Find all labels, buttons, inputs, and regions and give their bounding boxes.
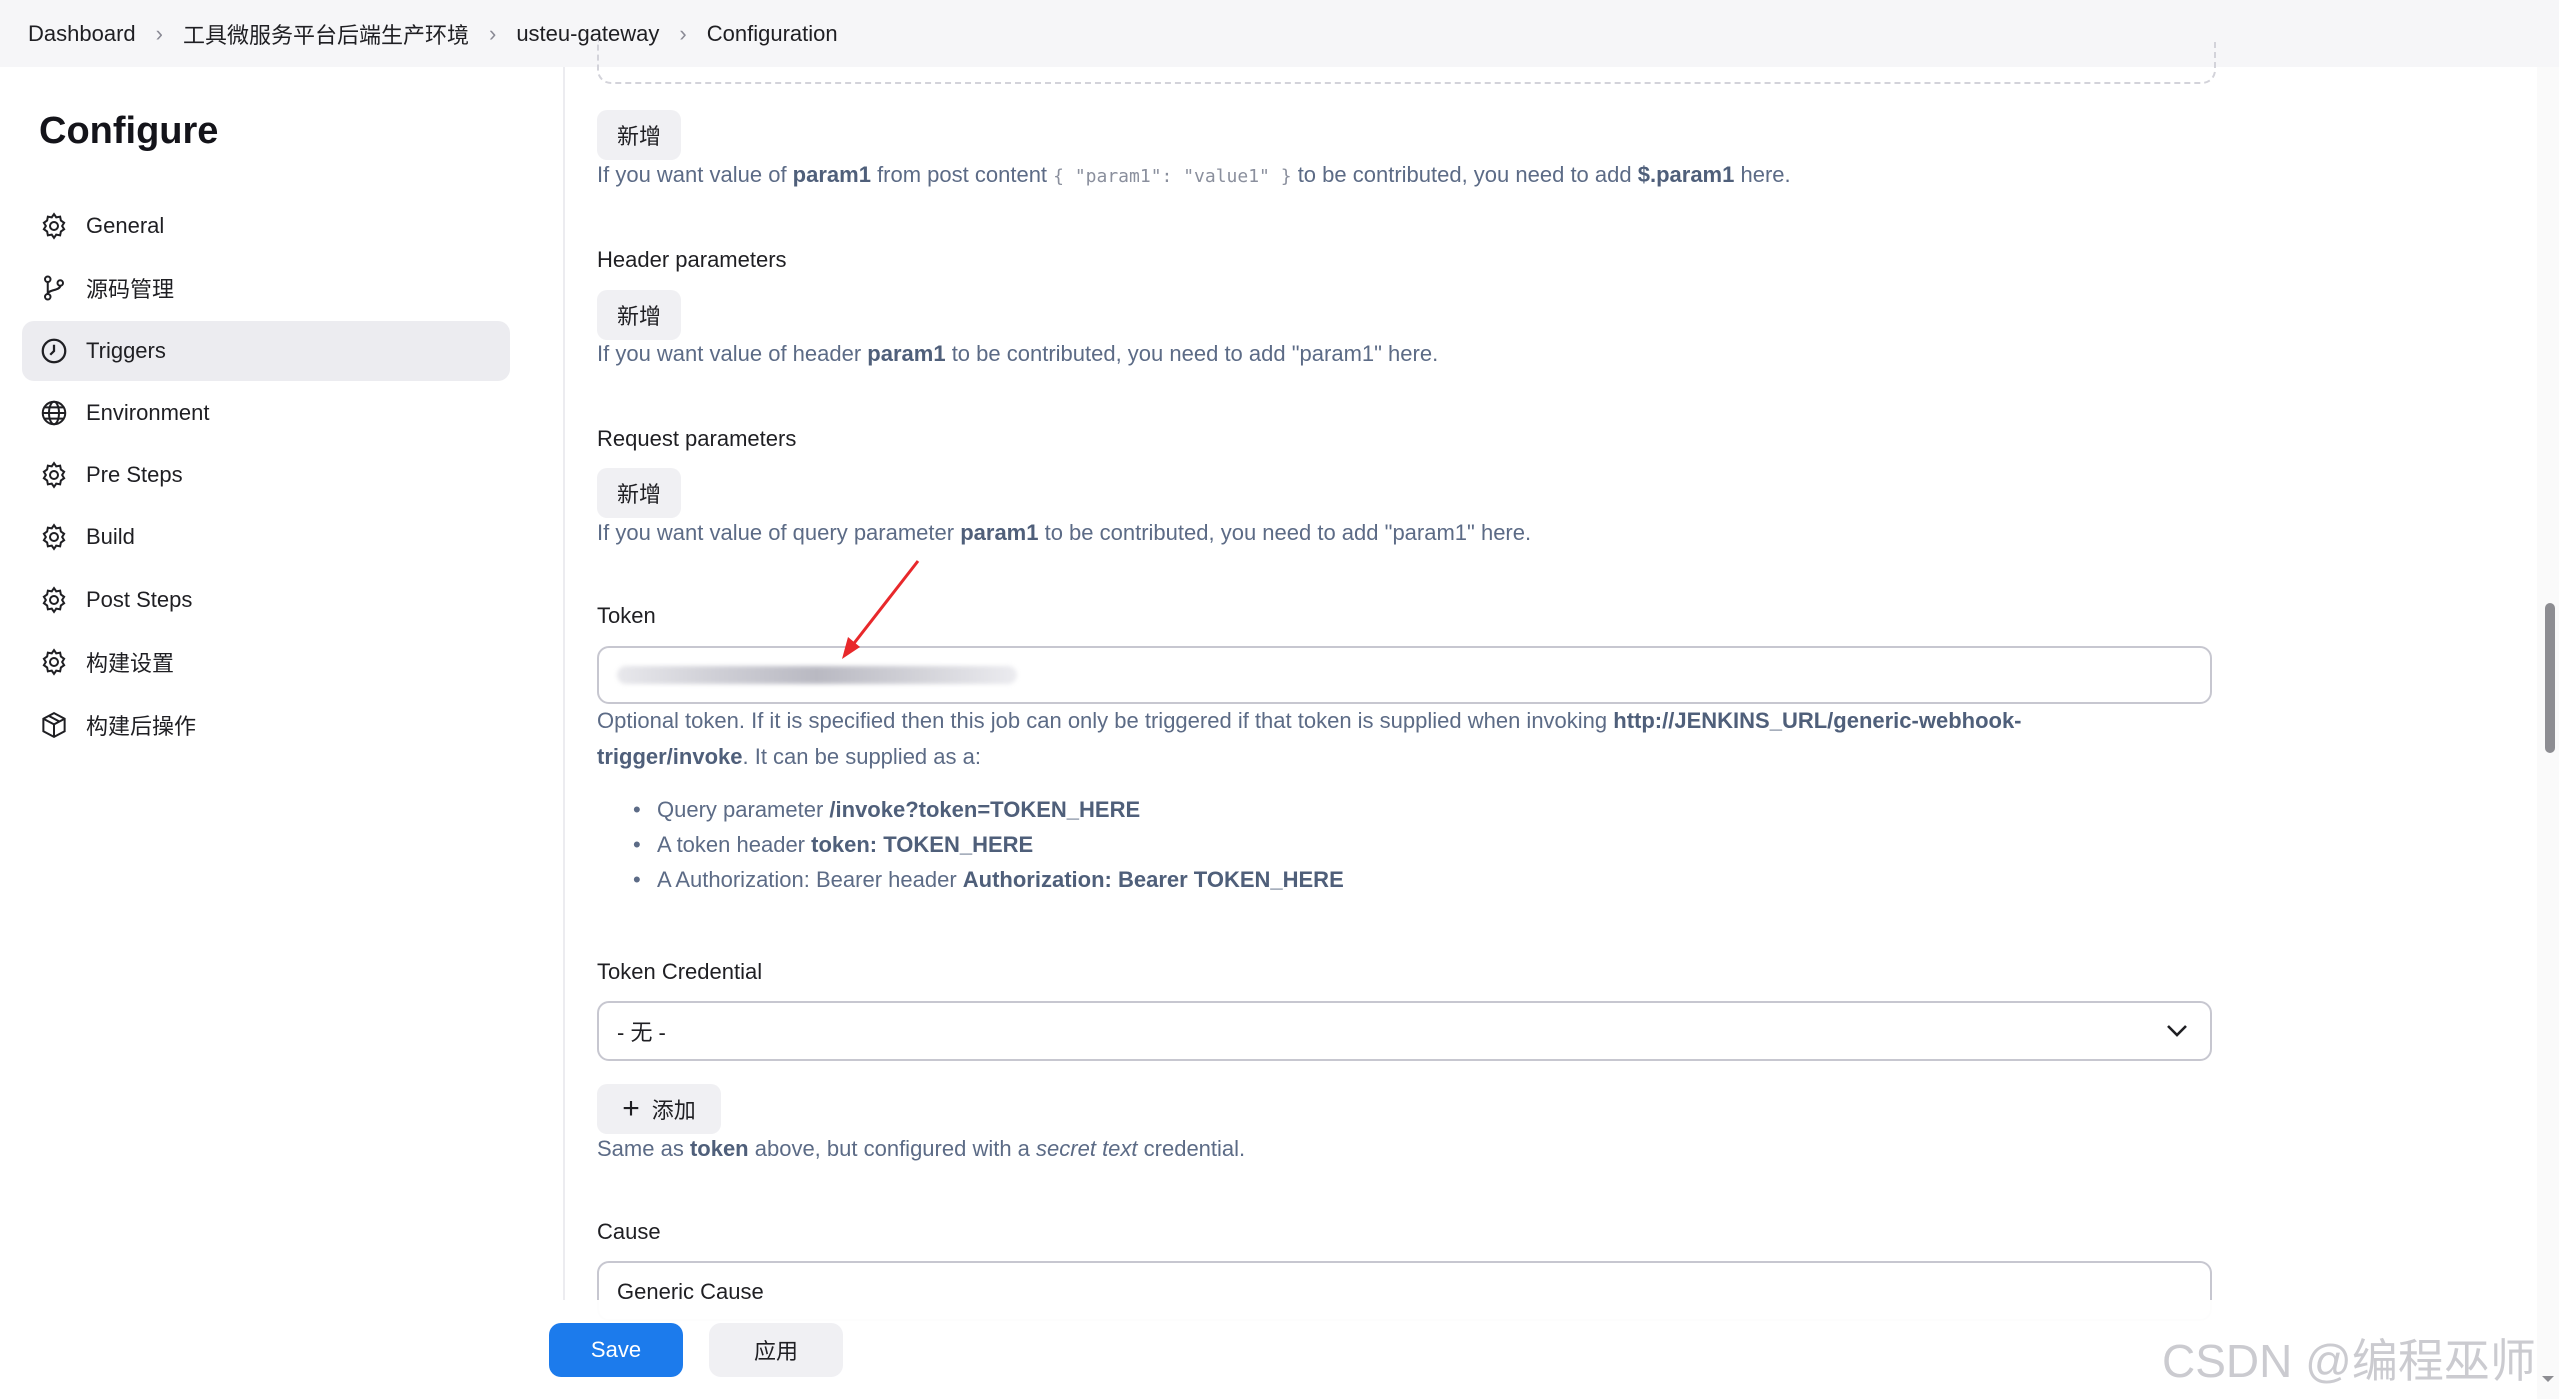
sidebar-item-label: Post Steps: [86, 587, 193, 612]
page-title: Configure: [39, 110, 219, 152]
token-usage-list: Query parameter /invoke?token=TOKEN_HERE…: [597, 792, 1344, 897]
list-item: Query parameter /invoke?token=TOKEN_HERE: [633, 792, 1344, 827]
branch-icon: [38, 272, 70, 304]
list-item: A token header token: TOKEN_HERE: [633, 827, 1344, 862]
watermark: CSDN @编程巫师: [2162, 1335, 2536, 1387]
token-credential-selected: - 无 -: [617, 1020, 666, 1045]
chevron-right-icon: ›: [488, 20, 497, 46]
token-label: Token: [597, 603, 656, 628]
plus-icon: +: [622, 1092, 640, 1125]
gear-icon: [38, 584, 70, 616]
add-request-param-button[interactable]: 新增: [597, 468, 681, 518]
gear-icon: [38, 210, 70, 242]
scrollbar-thumb[interactable]: [2545, 603, 2555, 753]
sidebar-item-label: 源码管理: [86, 277, 175, 302]
breadcrumb-dashboard[interactable]: Dashboard: [28, 21, 136, 47]
sidebar-item-label: General: [86, 213, 165, 238]
sidebar-item-build[interactable]: Build: [22, 507, 510, 567]
post-content-help: If you want value of param1 from post co…: [597, 162, 1791, 187]
request-params-help: If you want value of query parameter par…: [597, 520, 1532, 545]
cause-label: Cause: [597, 1219, 661, 1244]
save-button[interactable]: Save: [549, 1323, 683, 1377]
apply-button[interactable]: 应用: [709, 1323, 843, 1377]
post-content-params-container: [597, 40, 2216, 84]
red-arrow-annotation: [842, 560, 920, 659]
sidebar-item-label: Pre Steps: [86, 462, 183, 487]
add-post-param-button[interactable]: 新增: [597, 110, 681, 160]
clock-icon: [38, 335, 70, 367]
header-params-help: If you want value of header param1 to be…: [597, 341, 1439, 366]
gear-icon: [38, 459, 70, 491]
sidebar-item-label: 构建后操作: [86, 714, 197, 739]
scroll-down-arrow-icon[interactable]: [2541, 1372, 2555, 1386]
sidebar-divider: [563, 67, 565, 1332]
request-params-label: Request parameters: [597, 426, 797, 451]
chevron-down-icon: [2166, 1018, 2188, 1044]
gear-icon: [38, 646, 70, 678]
sidebar-item-build-settings[interactable]: 构建设置: [22, 632, 510, 692]
sidebar-item-scm[interactable]: 源码管理: [22, 258, 510, 318]
list-item: A Authorization: Bearer header Authoriza…: [633, 862, 1344, 897]
sidebar-item-post-steps[interactable]: Post Steps: [22, 570, 510, 630]
header-params-label: Header parameters: [597, 247, 787, 272]
add-header-param-button[interactable]: 新增: [597, 290, 681, 340]
sidebar-item-triggers[interactable]: Triggers: [22, 321, 510, 381]
add-credential-button[interactable]: + 添加: [597, 1084, 721, 1134]
cube-icon: [38, 709, 70, 741]
breadcrumb-folder[interactable]: 工具微服务平台后端生产环境: [183, 18, 469, 50]
gear-icon: [38, 521, 70, 553]
token-credential-help: Same as token above, but configured with…: [597, 1136, 1246, 1161]
redacted-token-value: [617, 666, 1017, 684]
chevron-right-icon: ›: [155, 20, 163, 46]
add-credential-label: 添加: [651, 1098, 696, 1123]
token-credential-label: Token Credential: [597, 959, 763, 984]
sidebar-item-label: Environment: [86, 400, 210, 425]
sidebar-item-post-build[interactable]: 构建后操作: [22, 695, 510, 755]
sidebar-item-label: Triggers: [86, 338, 166, 363]
sidebar-item-environment[interactable]: Environment: [22, 383, 510, 443]
token-credential-select[interactable]: - 无 -: [597, 1001, 2212, 1061]
sidebar-item-label: Build: [86, 524, 135, 549]
sidebar-item-pre-steps[interactable]: Pre Steps: [22, 445, 510, 505]
token-help: Optional token. If it is specified then …: [597, 708, 2022, 769]
sidebar-item-label: 构建设置: [86, 651, 175, 676]
sidebar-item-general[interactable]: General: [22, 196, 510, 256]
globe-icon: [38, 397, 70, 429]
